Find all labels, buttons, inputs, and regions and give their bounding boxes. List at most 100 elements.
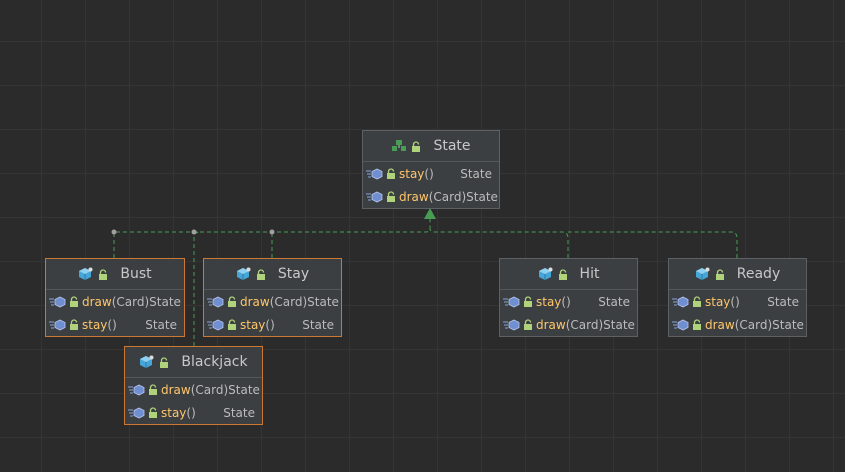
method-return-type: State (302, 317, 334, 332)
method-name: stay (161, 405, 187, 420)
implements-arrowhead (424, 208, 436, 219)
method-params: () (730, 294, 740, 309)
method-params: (Card) (111, 294, 150, 309)
method-signature: stay() (705, 295, 767, 309)
node-header: Hit (500, 259, 637, 290)
interface-icon (392, 140, 407, 151)
method-signature: draw(Card) (240, 295, 307, 309)
method-row[interactable]: draw(Card) State (204, 290, 341, 313)
method-row[interactable]: stay() State (204, 313, 341, 336)
edge-ready-to-state[interactable] (568, 231, 738, 258)
method-return-type: State (598, 294, 630, 309)
node-blackjack[interactable]: Blackjack draw(Card) State stay() State (124, 346, 263, 425)
node-header: Ready (669, 259, 806, 290)
class-icon (695, 267, 710, 280)
node-ready[interactable]: Ready stay() State draw(Card) State (668, 258, 807, 337)
node-state[interactable]: State stay() State draw(Card) State (362, 130, 500, 209)
lock-icon (387, 168, 395, 179)
node-title: Hit (579, 266, 600, 282)
method-name: draw (161, 382, 191, 397)
method-name: stay (399, 166, 425, 181)
method-params: () (424, 166, 434, 181)
lock-icon (412, 140, 421, 152)
lock-icon (160, 356, 169, 368)
method-return-type: State (767, 294, 799, 309)
edge-junction-stay (269, 229, 275, 235)
lock-icon (693, 319, 701, 330)
method-row[interactable]: draw(Card) State (669, 313, 806, 336)
method-params: () (186, 405, 196, 420)
method-icon (672, 319, 689, 330)
lock-icon (99, 268, 108, 280)
node-header: Bust (46, 259, 184, 290)
method-row[interactable]: draw(Card) State (125, 378, 262, 401)
class-icon (140, 355, 154, 368)
method-row[interactable]: stay() State (500, 290, 637, 313)
method-return-type: State (145, 317, 177, 332)
node-state-header: State (363, 131, 499, 162)
method-icon (207, 296, 224, 307)
edge-hit-to-state[interactable] (429, 227, 569, 258)
method-signature: draw(Card) (705, 318, 772, 332)
method-params: (Card) (565, 317, 604, 332)
method-row[interactable]: stay() State (125, 401, 262, 424)
method-row[interactable]: draw(Card) State (46, 290, 184, 313)
method-return-type: State (466, 189, 498, 204)
method-signature: draw(Card) (82, 295, 149, 309)
method-row[interactable]: stay() State (363, 162, 499, 185)
lock-icon (70, 296, 78, 307)
method-params: (Card) (190, 382, 229, 397)
method-params: (Card) (269, 294, 308, 309)
node-title: Bust (120, 266, 152, 282)
method-icon (128, 384, 145, 395)
method-params: () (107, 317, 117, 332)
edge-junction-bust (111, 229, 117, 235)
method-return-type: State (307, 294, 339, 309)
method-params: () (561, 294, 571, 309)
method-icon (49, 296, 66, 307)
class-icon (538, 267, 553, 280)
lock-icon (387, 191, 395, 202)
class-icon (79, 267, 93, 280)
method-return-type: State (223, 405, 255, 420)
lock-icon (70, 319, 78, 330)
lock-icon (558, 268, 567, 280)
method-row[interactable]: draw(Card) State (500, 313, 637, 336)
node-title: Stay (277, 266, 310, 282)
method-signature: draw(Card) (536, 318, 603, 332)
method-name: stay (82, 317, 108, 332)
method-row[interactable]: stay() State (669, 290, 806, 313)
lock-icon (228, 319, 236, 330)
method-return-type: State (149, 294, 181, 309)
method-icon (49, 319, 66, 330)
method-icon (672, 296, 689, 307)
node-stay[interactable]: Stay draw(Card) State stay() State (203, 258, 342, 337)
method-icon (503, 319, 520, 330)
lock-icon (524, 296, 532, 307)
method-name: stay (240, 317, 266, 332)
method-signature: stay() (82, 318, 145, 332)
node-hit[interactable]: Hit stay() State draw(Card) State (499, 258, 638, 337)
node-header: Stay (204, 259, 341, 290)
method-name: draw (705, 317, 735, 332)
lock-icon (149, 407, 157, 418)
method-return-type: State (772, 317, 804, 332)
method-row[interactable]: stay() State (46, 313, 184, 336)
method-return-type: State (603, 317, 635, 332)
node-bust[interactable]: Bust draw(Card) State stay() State (45, 258, 185, 337)
method-signature: draw(Card) (399, 190, 466, 204)
method-params: (Card) (734, 317, 773, 332)
method-signature: stay() (399, 167, 460, 181)
method-signature: stay() (240, 318, 302, 332)
lock-icon (693, 296, 701, 307)
node-state-title: State (433, 138, 471, 154)
method-row[interactable]: draw(Card) State (363, 185, 499, 208)
method-icon (503, 296, 520, 307)
method-signature: stay() (161, 406, 223, 420)
method-params: (Card) (428, 189, 467, 204)
class-icon (236, 267, 251, 280)
edge-blackjack-to-state[interactable] (193, 231, 201, 346)
lock-icon (149, 384, 157, 395)
method-name: stay (536, 294, 562, 309)
method-return-type: State (460, 166, 492, 181)
